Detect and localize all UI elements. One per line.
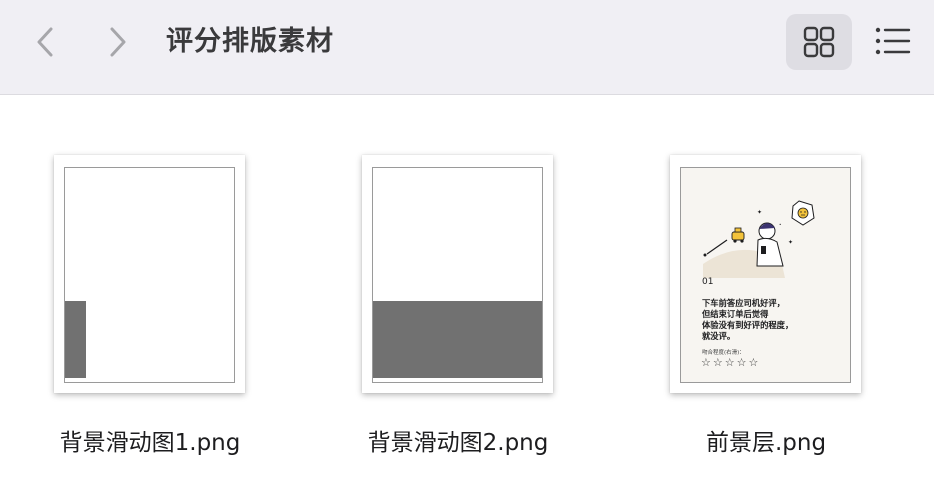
illustration: ✦ ✦ • (703, 200, 815, 278)
list-view-icon (875, 27, 911, 55)
grid-view-button[interactable] (786, 14, 852, 70)
list-view-button[interactable] (870, 18, 916, 64)
star-rating: ☆☆☆☆☆ (701, 356, 761, 369)
image-preview (372, 167, 543, 383)
rating-label: 吻合程度(右滑)： (702, 350, 745, 356)
file-name: 背景滑动图2.png (367, 430, 549, 456)
svg-text:✦: ✦ (788, 239, 793, 246)
gray-block (65, 301, 86, 378)
file-name: 背景滑动图1.png (59, 430, 241, 456)
svg-text:✦: ✦ (757, 209, 762, 216)
image-preview (64, 167, 235, 383)
file-thumbnail (362, 155, 553, 393)
back-button[interactable] (27, 22, 63, 62)
image-preview: ✦ ✦ • 01 下车前答应司机好评， 但结束订单后觉得 体验没有到好评的程度，… (680, 167, 851, 383)
window-title: 评分排版素材 (166, 26, 334, 57)
chevron-right-icon (110, 27, 126, 57)
preview-text-line: 下车前答应司机好评， (702, 298, 785, 308)
svg-text:•: • (779, 222, 781, 227)
grid-view-icon (803, 26, 835, 58)
preview-text-line: 体验没有到好评的程度， (702, 320, 794, 330)
preview-text-line: 就没评。 (702, 331, 736, 341)
forward-button[interactable] (100, 22, 136, 62)
chevron-left-icon (37, 27, 53, 57)
gray-block (373, 301, 542, 378)
finder-toolbar: 评分排版素材 (0, 0, 934, 95)
preview-text-line: 但结束订单后觉得 (702, 309, 769, 319)
preview-number: 01 (702, 277, 714, 287)
file-name: 前景层.png (705, 430, 827, 456)
file-thumbnail: ✦ ✦ • 01 下车前答应司机好评， 但结束订单后觉得 体验没有到好评的程度，… (670, 155, 861, 393)
file-thumbnail (54, 155, 245, 393)
